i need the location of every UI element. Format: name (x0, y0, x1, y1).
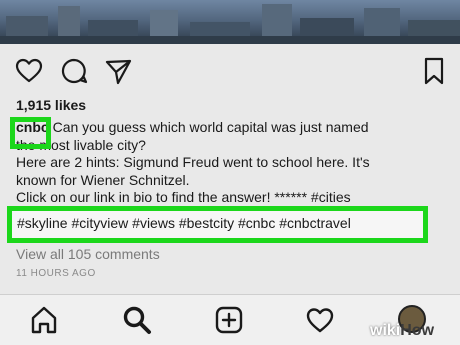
post-photo[interactable] (0, 0, 460, 44)
post-caption: cnbc Can you guess which world capital w… (16, 119, 446, 207)
post-timestamp: 11 HOURS AGO (16, 268, 96, 279)
bookmark-icon[interactable] (419, 56, 449, 86)
activity-icon[interactable] (304, 304, 336, 336)
share-icon[interactable] (103, 56, 133, 86)
caption-text: Can you guess which world capital was ju… (52, 119, 369, 135)
home-icon[interactable] (28, 304, 60, 336)
wikihow-watermark: wikiHow (370, 322, 435, 339)
new-post-icon[interactable] (213, 304, 245, 336)
instagram-post-screen: 1,915 likes cnbc Can you guess which wor… (0, 0, 460, 345)
caption-text: Click on our link in bio to find the ans… (16, 189, 351, 205)
caption-hashtags[interactable]: #skyline #cityview #views #bestcity #cnb… (17, 215, 351, 231)
likes-count[interactable]: 1,915 likes (16, 97, 86, 113)
view-comments-link[interactable]: View all 105 comments (16, 246, 160, 262)
search-icon[interactable] (121, 304, 153, 336)
heart-icon[interactable] (14, 56, 44, 86)
post-action-bar (0, 52, 460, 88)
caption-text: the most livable city? (16, 136, 146, 153)
photo-rooftops (0, 36, 460, 44)
caption-text: known for Wiener Schnitzel. (16, 171, 190, 188)
comment-icon[interactable] (59, 56, 89, 86)
caption-text: Here are 2 hints: Sigmund Freud went to … (16, 154, 370, 170)
username-highlight-box (10, 117, 51, 149)
